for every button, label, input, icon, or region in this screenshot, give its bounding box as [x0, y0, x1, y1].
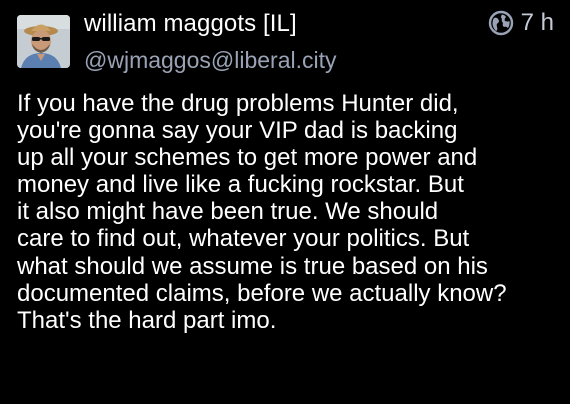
display-name[interactable]: william maggots [IL]	[84, 9, 297, 39]
avatar-image	[17, 15, 70, 68]
status-card: william maggots [IL] @wjmaggos@liberal.c…	[0, 0, 570, 404]
avatar[interactable]	[17, 15, 70, 68]
post-content: If you have the drug problems Hunter did…	[17, 90, 507, 334]
post-timestamp[interactable]: 7 h	[521, 8, 554, 38]
globe-icon	[488, 10, 514, 36]
post-meta: 7 h	[488, 8, 554, 38]
account-handle[interactable]: @wjmaggos@liberal.city	[84, 45, 337, 75]
